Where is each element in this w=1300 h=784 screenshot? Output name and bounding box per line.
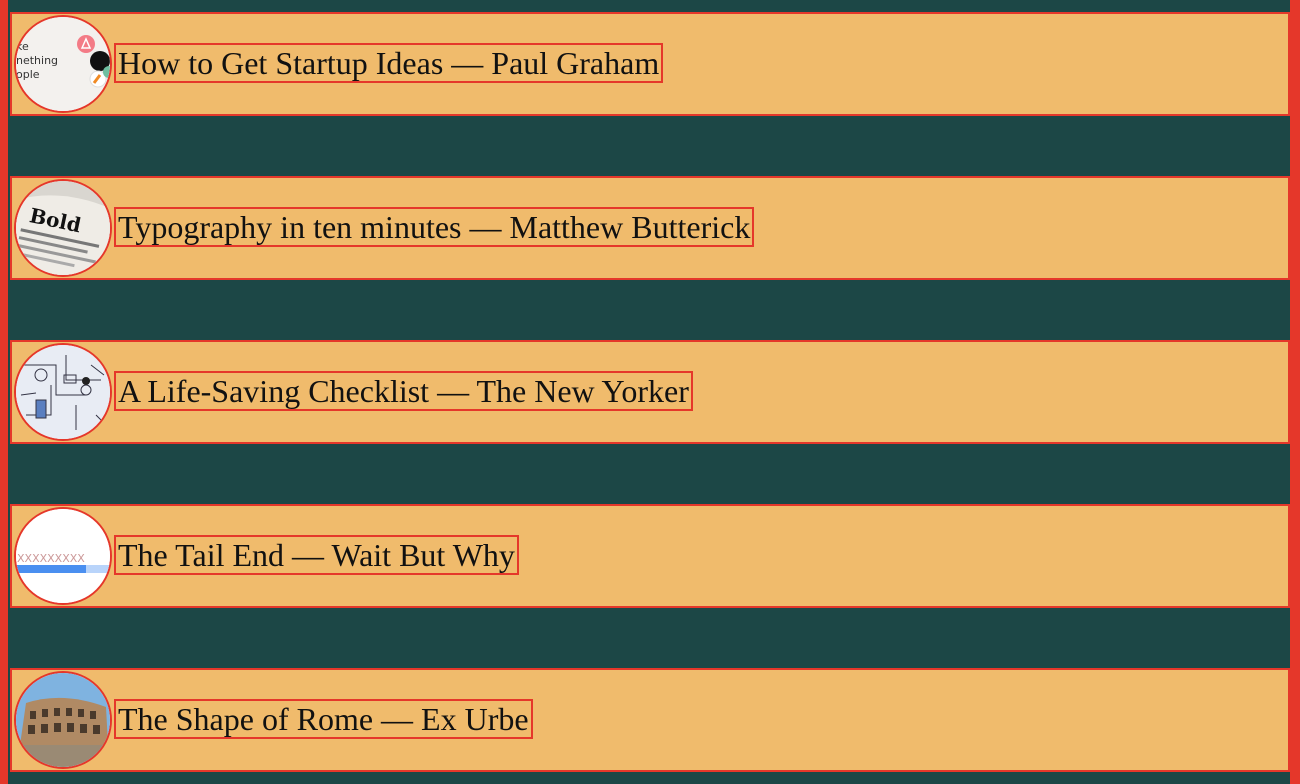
tail-end-grid-thumbnail-icon: XXXXXXXXX bbox=[14, 507, 112, 605]
link-item-checklist[interactable]: A Life-Saving Checklist — The New Yorker bbox=[10, 340, 1290, 444]
link-item-shape-of-rome[interactable]: The Shape of Rome — Ex Urbe bbox=[10, 668, 1290, 772]
link-title[interactable]: The Tail End — Wait But Why bbox=[114, 535, 519, 575]
thumbnail-text-line: ople bbox=[16, 68, 40, 81]
link-item-typography[interactable]: Bold Typography in ten minutes — Matthew… bbox=[10, 176, 1290, 280]
link-title[interactable]: Typography in ten minutes — Matthew Butt… bbox=[114, 207, 755, 247]
link-title[interactable]: How to Get Startup Ideas — Paul Graham bbox=[114, 43, 664, 83]
startup-ideas-thumbnail-icon: ke nething ople t. bbox=[14, 15, 112, 113]
bold-typography-thumbnail-icon: Bold bbox=[14, 179, 112, 277]
link-title[interactable]: A Life-Saving Checklist — The New Yorker bbox=[114, 371, 693, 411]
thumbnail-text-line: nething bbox=[16, 54, 58, 67]
link-item-startup-ideas[interactable]: ke nething ople t. How to Get Startup Id… bbox=[10, 12, 1290, 116]
thumbnail-text-line: t. bbox=[16, 82, 24, 95]
colosseum-thumbnail-icon bbox=[14, 671, 112, 769]
thumbnail-text-line: ke bbox=[16, 40, 29, 53]
link-title[interactable]: The Shape of Rome — Ex Urbe bbox=[114, 699, 533, 739]
link-item-tail-end[interactable]: XXXXXXXXX The Tail End — Wait But Why bbox=[10, 504, 1290, 608]
thumbnail-text-grid: XXXXXXXXX bbox=[17, 552, 85, 565]
checklist-diagram-thumbnail-icon bbox=[14, 343, 112, 441]
